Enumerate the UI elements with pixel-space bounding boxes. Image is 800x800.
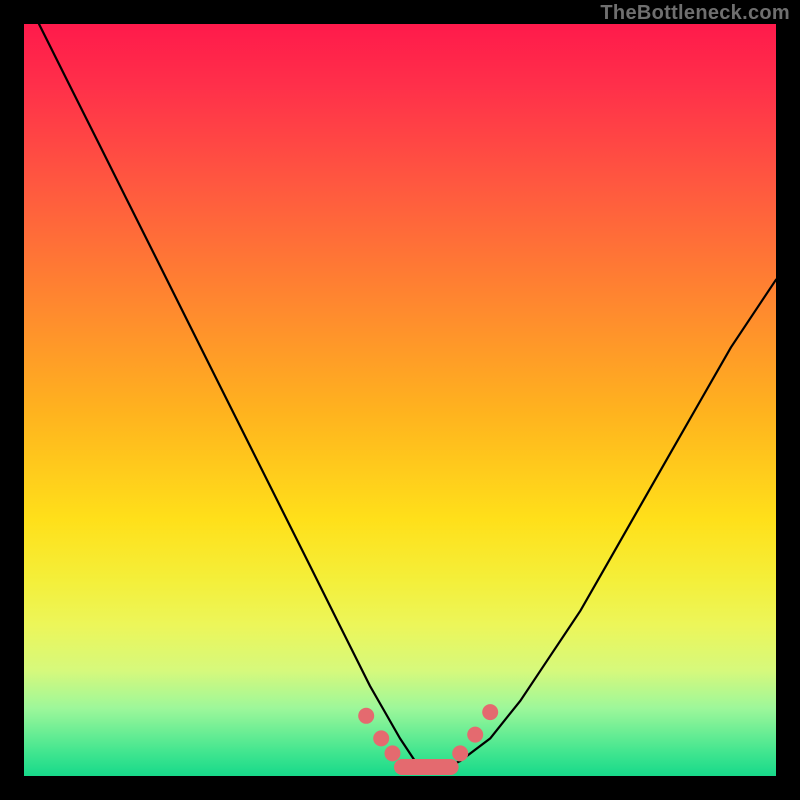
curve-marker [452,745,468,761]
curve-marker [358,708,374,724]
bottleneck-curve [39,24,776,769]
chart-frame: TheBottleneck.com [0,0,800,800]
watermark-text: TheBottleneck.com [600,2,790,25]
chart-overlay [24,24,776,776]
curve-marker [385,745,401,761]
curve-marker [467,727,483,743]
curve-markers [358,704,498,761]
curve-marker [482,704,498,720]
curve-marker [373,730,389,746]
curve-flat-highlight [394,759,459,775]
